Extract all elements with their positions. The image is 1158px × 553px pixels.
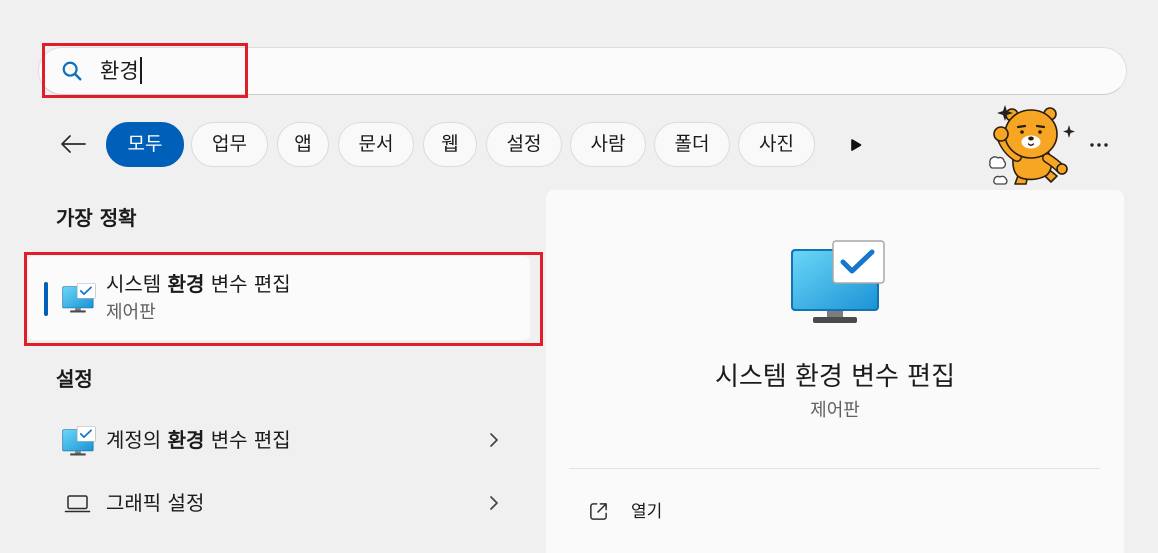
annotation-box-search xyxy=(42,43,248,98)
preview-subtitle: 제어판 xyxy=(810,400,860,421)
settings-item-account-env[interactable]: 계정의 환경 변수 편집 xyxy=(28,410,530,470)
divider xyxy=(569,468,1100,469)
back-arrow-icon[interactable] xyxy=(60,134,86,154)
more-dots-icon[interactable] xyxy=(1089,142,1109,148)
play-right-icon[interactable] xyxy=(850,138,862,152)
chevron-right-icon[interactable] xyxy=(489,432,499,448)
preview-panel: 시스템 환경 변수 편집 제어판 열기 xyxy=(546,190,1124,553)
filter-photos[interactable]: 사진 xyxy=(738,122,815,167)
chevron-right-icon[interactable] xyxy=(489,495,499,511)
annotation-box-best-match xyxy=(24,252,543,346)
settings-item-title: 그래픽 설정 xyxy=(106,491,205,515)
best-match-header: 가장 정확 xyxy=(56,206,137,230)
filter-work[interactable]: 업무 xyxy=(191,122,268,167)
filter-people[interactable]: 사람 xyxy=(570,122,646,167)
filter-settings[interactable]: 설정 xyxy=(486,122,562,167)
filter-folders[interactable]: 폴더 xyxy=(654,122,730,167)
filter-all[interactable]: 모두 xyxy=(106,122,184,167)
ryan-character-icon[interactable] xyxy=(985,103,1081,187)
title-text: 변수 편집 xyxy=(204,428,291,452)
title-match-text: 환경 xyxy=(167,428,205,452)
open-action[interactable]: 열기 xyxy=(569,486,1100,530)
settings-item-title: 계정의 환경 변수 편집 xyxy=(106,428,291,452)
open-external-icon xyxy=(588,501,609,522)
filter-apps[interactable]: 앱 xyxy=(277,122,329,167)
filter-web[interactable]: 웹 xyxy=(423,122,477,167)
laptop-icon xyxy=(64,495,91,513)
monitor-check-icon xyxy=(62,426,96,456)
preview-title: 시스템 환경 변수 편집 xyxy=(714,362,956,392)
open-label: 열기 xyxy=(631,502,663,522)
title-text: 계정의 xyxy=(106,428,168,452)
filter-documents[interactable]: 문서 xyxy=(338,122,414,167)
settings-item-graphics[interactable]: 그래픽 설정 xyxy=(28,473,530,533)
monitor-check-icon xyxy=(790,240,886,324)
settings-header: 설정 xyxy=(56,367,93,391)
